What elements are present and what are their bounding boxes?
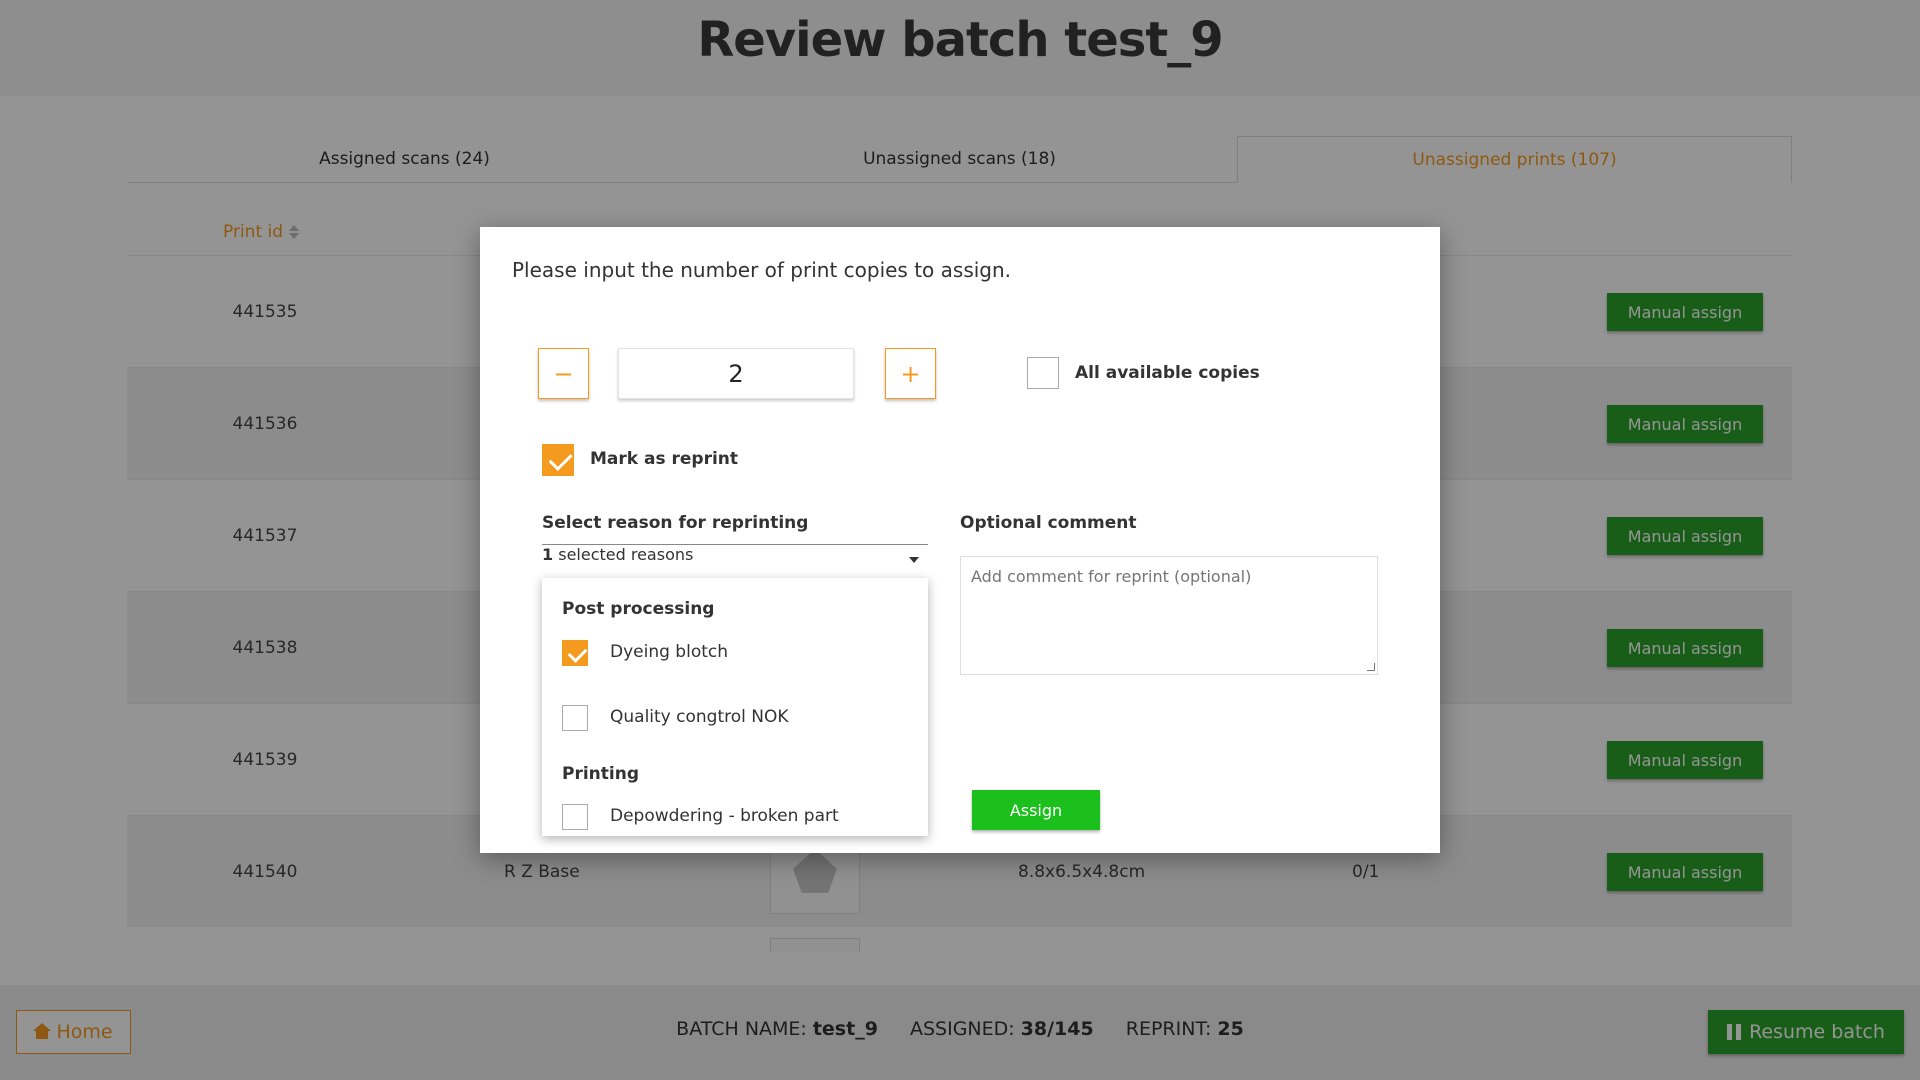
reason-checkbox-quality-control[interactable] (562, 705, 588, 731)
resize-handle-icon[interactable] (1367, 663, 1375, 671)
comment-input[interactable] (960, 556, 1378, 675)
decrement-button[interactable]: − (538, 348, 589, 399)
chevron-down-icon[interactable] (909, 557, 919, 563)
all-copies-label: All available copies (1075, 363, 1260, 383)
comment-label: Optional comment (960, 513, 1137, 533)
reason-checkbox-depowdering[interactable] (562, 804, 588, 830)
mark-reprint-label: Mark as reprint (590, 449, 739, 469)
dropdown-group-post-processing: Post processing (562, 599, 715, 619)
reason-label-dyeing-blotch[interactable]: Dyeing blotch (610, 642, 728, 662)
assign-copies-dialog: Please input the number of print copies … (480, 227, 1440, 853)
quantity-input[interactable] (618, 348, 854, 399)
reason-select[interactable]: 1 selected reasons (542, 545, 693, 564)
reason-dropdown: Post processing Dyeing blotch Quality co… (542, 578, 928, 836)
select-underline (542, 544, 928, 545)
dropdown-group-printing: Printing (562, 764, 639, 784)
all-copies-checkbox[interactable] (1027, 357, 1059, 389)
reason-label-depowdering[interactable]: Depowdering - broken part (610, 806, 839, 826)
mark-reprint-checkbox[interactable] (542, 444, 574, 476)
increment-button[interactable]: + (885, 348, 936, 399)
reason-count: 1 (542, 545, 554, 564)
reason-checkbox-dyeing-blotch[interactable] (562, 640, 588, 666)
assign-button[interactable]: Assign (972, 790, 1100, 830)
dialog-title: Please input the number of print copies … (512, 258, 1012, 282)
reason-label: Select reason for reprinting (542, 513, 809, 533)
reason-suffix: selected reasons (558, 545, 694, 564)
reason-label-quality-control[interactable]: Quality congtrol NOK (610, 707, 789, 727)
